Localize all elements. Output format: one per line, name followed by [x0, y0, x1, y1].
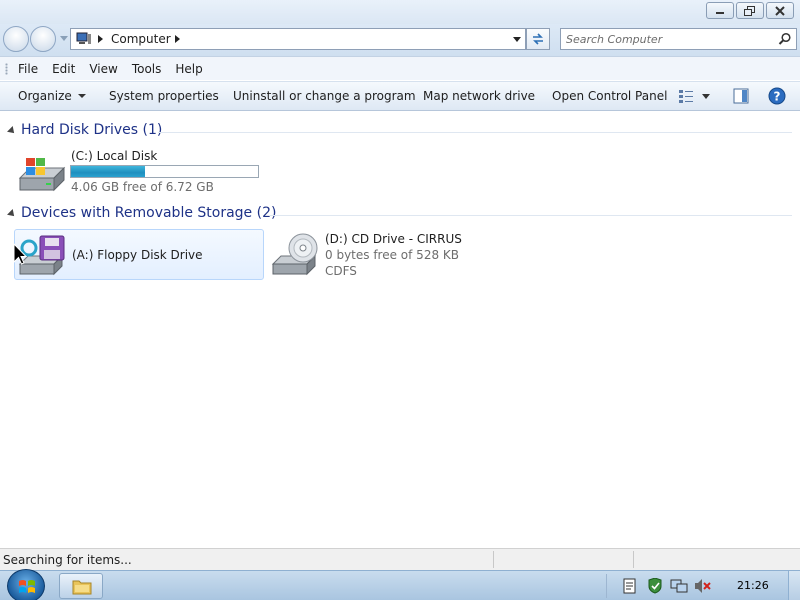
- windows-logo-icon: [19, 580, 35, 593]
- forward-button[interactable]: [30, 26, 56, 52]
- address-history-dropdown[interactable]: [513, 37, 521, 42]
- folder-icon: [72, 580, 92, 595]
- group-divider: [158, 132, 792, 133]
- search-box[interactable]: [560, 28, 797, 50]
- status-text: Searching for items...: [3, 553, 132, 567]
- address-bar[interactable]: Computer: [70, 28, 526, 50]
- menu-help[interactable]: Help: [175, 62, 202, 76]
- action-center-icon[interactable]: [622, 578, 638, 594]
- svg-text:?: ?: [774, 90, 781, 104]
- drive-d-item[interactable]: (D:) CD Drive - CIRRUS 0 bytes free of 5…: [268, 229, 518, 280]
- group-divider: [270, 215, 792, 216]
- change-view-icon[interactable]: [678, 88, 694, 104]
- breadcrumb-arrow[interactable]: [175, 35, 180, 43]
- close-icon: [775, 5, 785, 16]
- search-icon[interactable]: [778, 32, 792, 46]
- menu-file[interactable]: File: [18, 62, 38, 76]
- drive-d-label: (D:) CD Drive - CIRRUS: [325, 232, 462, 246]
- collapse-triangle-icon[interactable]: [7, 209, 17, 219]
- group-title-hard-disks: Hard Disk Drives (1): [21, 122, 163, 138]
- menu-view[interactable]: View: [89, 62, 117, 76]
- show-desktop-button[interactable]: [788, 571, 800, 600]
- menu-grip: [5, 63, 8, 75]
- group-header-hard-disks[interactable]: Hard Disk Drives (1): [7, 122, 792, 142]
- taskbar-explorer-button[interactable]: [59, 573, 103, 599]
- organize-button[interactable]: Organize: [18, 89, 86, 103]
- recent-pages-dropdown[interactable]: [60, 36, 68, 41]
- drive-c-label: (C:) Local Disk: [71, 149, 158, 163]
- group-title-removable: Devices with Removable Storage (2): [21, 205, 277, 221]
- drive-c-capacity-fill: [71, 166, 146, 177]
- refresh-icon: [533, 33, 543, 45]
- uninstall-program-button[interactable]: Uninstall or change a program: [233, 89, 416, 103]
- start-button[interactable]: [7, 569, 45, 600]
- back-button[interactable]: [3, 26, 29, 52]
- command-bar: Organize System properties Uninstall or …: [0, 81, 800, 111]
- view-options-chevron-icon[interactable]: [702, 94, 711, 100]
- mouse-cursor-icon: [13, 243, 27, 265]
- tray-separator: [606, 574, 607, 598]
- system-properties-button[interactable]: System properties: [109, 89, 219, 103]
- network-icon[interactable]: [670, 578, 688, 594]
- minimize-icon: [716, 11, 724, 14]
- menu-tools[interactable]: Tools: [132, 62, 162, 76]
- breadcrumb-computer[interactable]: Computer: [111, 32, 171, 46]
- group-header-removable[interactable]: Devices with Removable Storage (2): [7, 205, 792, 225]
- drive-c-capacity-bar: [70, 165, 259, 178]
- maximize-button[interactable]: [736, 2, 764, 19]
- status-separator: [633, 551, 634, 568]
- cd-drive-icon: [271, 233, 318, 276]
- computer-icon: [76, 32, 91, 44]
- caption-buttons: [706, 2, 794, 19]
- open-control-panel-button[interactable]: Open Control Panel: [552, 89, 667, 103]
- breadcrumb-root-arrow[interactable]: [98, 35, 103, 43]
- chevron-down-icon: [77, 94, 86, 98]
- volume-muted-icon[interactable]: [694, 578, 712, 594]
- drive-d-free-space: 0 bytes free of 528 KB: [325, 248, 459, 262]
- title-bar: [0, 0, 800, 24]
- clock[interactable]: 21:26: [737, 579, 769, 592]
- preview-pane-icon[interactable]: [733, 88, 749, 104]
- collapse-triangle-icon[interactable]: [7, 126, 17, 136]
- hard-disk-icon: [18, 158, 66, 192]
- restore-icon: [744, 5, 755, 16]
- security-shield-icon[interactable]: [646, 578, 664, 594]
- navigation-bar: Computer: [0, 24, 800, 56]
- organize-label: Organize: [18, 89, 72, 103]
- refresh-button[interactable]: [526, 28, 550, 50]
- menu-edit[interactable]: Edit: [52, 62, 75, 76]
- drive-a-label: (A:) Floppy Disk Drive: [72, 248, 203, 262]
- taskbar: 21:26: [0, 569, 800, 600]
- drive-a-item[interactable]: (A:) Floppy Disk Drive: [14, 229, 264, 280]
- close-button[interactable]: [766, 2, 794, 19]
- help-icon[interactable]: ?: [768, 87, 786, 105]
- status-separator: [493, 551, 494, 568]
- drive-d-filesystem: CDFS: [325, 264, 357, 278]
- menu-bar: File Edit View Tools Help: [0, 56, 800, 80]
- map-network-drive-button[interactable]: Map network drive: [423, 89, 535, 103]
- drive-c-free-space: 4.06 GB free of 6.72 GB: [71, 180, 214, 194]
- minimize-button[interactable]: [706, 2, 734, 19]
- status-bar: Searching for items...: [0, 548, 800, 570]
- search-input[interactable]: [566, 31, 766, 47]
